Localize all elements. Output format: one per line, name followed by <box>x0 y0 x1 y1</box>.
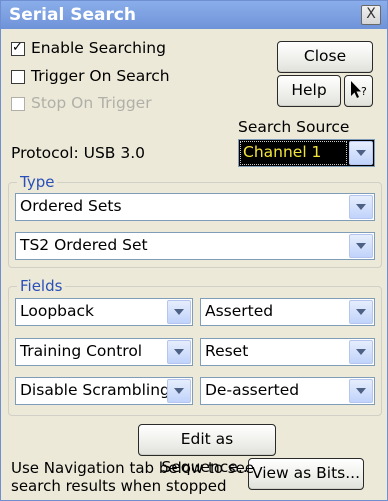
field-value: Loopback <box>20 302 95 320</box>
window-close-button[interactable]: X <box>361 5 381 25</box>
trigger-on-search-checkbox[interactable]: Trigger On Search <box>11 67 170 89</box>
close-button[interactable]: Close <box>277 41 373 73</box>
chevron-down-icon[interactable] <box>349 300 373 324</box>
field-state-value: De-asserted <box>205 381 300 399</box>
field-value-select[interactable]: De-asserted <box>200 377 375 405</box>
field-state-value: Reset <box>205 342 249 360</box>
svg-text:?: ? <box>361 85 367 98</box>
checkbox-checked-icon <box>11 40 25 56</box>
chevron-down-icon[interactable] <box>349 234 373 258</box>
stop-on-trigger-label: Stop On Trigger <box>31 94 152 112</box>
type-group-title: Type <box>17 173 58 191</box>
chevron-down-icon[interactable] <box>349 379 373 403</box>
type-select[interactable]: Ordered Sets <box>15 193 375 221</box>
footer-note-line2: search results when stopped <box>11 477 227 495</box>
checkbox-unchecked-icon <box>11 69 25 84</box>
view-as-bits-button[interactable]: View as Bits... <box>248 458 364 490</box>
field-select[interactable]: Disable Scrambling <box>15 377 193 405</box>
type-group: Type Ordered Sets TS2 Ordered Set <box>8 173 382 268</box>
chevron-down-icon[interactable] <box>349 340 373 364</box>
search-source-label: Search Source <box>238 118 350 136</box>
field-select[interactable]: Loopback <box>15 298 193 326</box>
field-value-select[interactable]: Reset <box>200 338 375 366</box>
checkbox-disabled-icon <box>11 96 25 111</box>
subtype-select[interactable]: TS2 Ordered Set <box>15 232 375 260</box>
enable-searching-checkbox[interactable]: Enable Searching <box>11 39 166 61</box>
footer-note-line1: Use Navigation tab below to see <box>11 459 255 477</box>
edit-as-sequence-button[interactable]: Edit as Sequence... <box>138 424 276 476</box>
subtype-value: TS2 Ordered Set <box>20 236 148 254</box>
fields-group-title: Fields <box>17 277 66 295</box>
field-value: Training Control <box>20 342 143 360</box>
field-value-select[interactable]: Asserted <box>200 298 375 326</box>
field-select[interactable]: Training Control <box>15 338 193 366</box>
search-source-value: Channel 1 <box>243 143 322 161</box>
type-value: Ordered Sets <box>20 197 122 215</box>
title-bar[interactable]: Serial Search X <box>1 1 387 29</box>
chevron-down-icon[interactable] <box>167 379 191 403</box>
field-state-value: Asserted <box>205 302 274 320</box>
close-icon: X <box>366 6 376 22</box>
field-value: Disable Scrambling <box>20 381 170 399</box>
chevron-down-icon[interactable] <box>167 340 191 364</box>
help-button[interactable]: Help <box>277 75 341 107</box>
protocol-label: Protocol: USB 3.0 <box>11 144 146 162</box>
fields-group: Fields Loopback Asserted Training Contro… <box>8 277 382 416</box>
chevron-down-icon[interactable] <box>349 195 373 219</box>
search-source-select[interactable]: Channel 1 <box>238 139 375 167</box>
trigger-on-search-label: Trigger On Search <box>31 67 170 85</box>
serial-search-dialog: Serial Search X Enable Searching Trigger… <box>0 0 388 501</box>
pointer-question-icon: ? <box>351 81 367 98</box>
whats-this-help-button[interactable]: ? <box>344 75 373 107</box>
stop-on-trigger-checkbox: Stop On Trigger <box>11 94 152 116</box>
window-title: Serial Search <box>9 5 137 25</box>
chevron-down-icon[interactable] <box>167 300 191 324</box>
chevron-down-icon[interactable] <box>349 141 373 165</box>
enable-searching-label: Enable Searching <box>31 39 166 57</box>
